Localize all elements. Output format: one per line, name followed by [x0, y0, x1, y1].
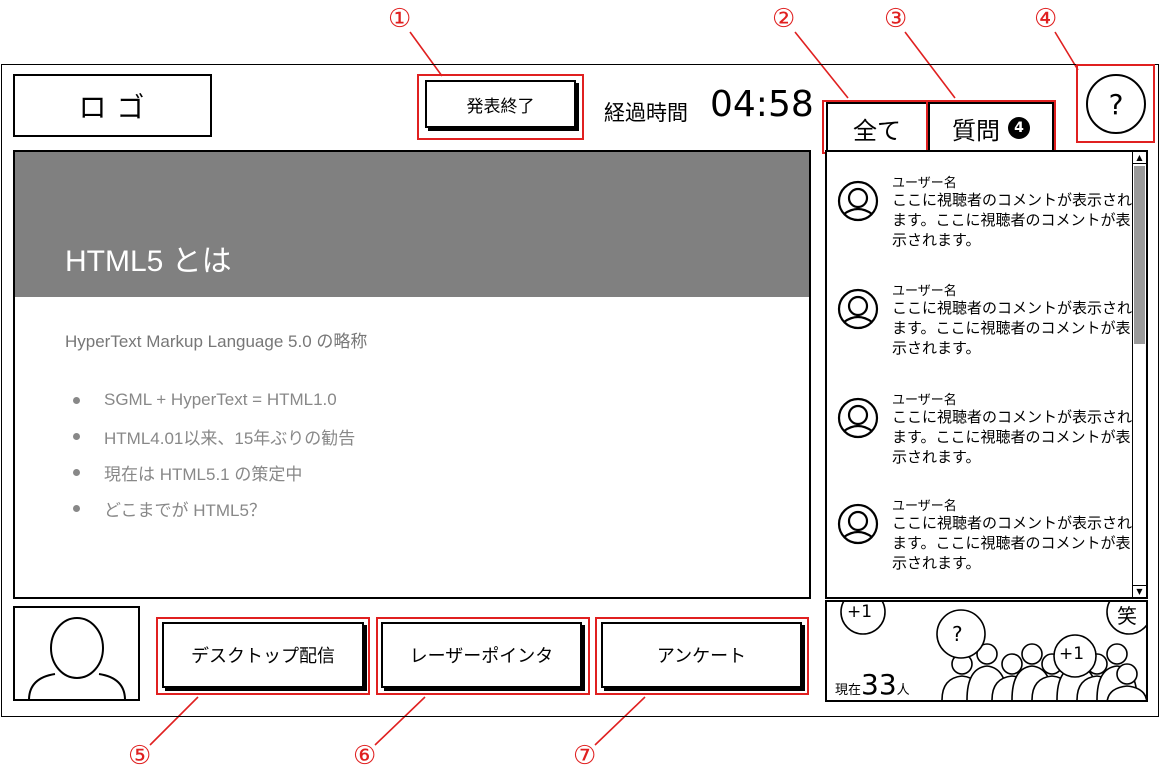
reaction-plus-one: +1 [847, 602, 873, 622]
audience-count: 現在33人 [835, 668, 910, 701]
audience-count-number: 33 [861, 668, 897, 701]
user-avatar-icon [837, 503, 879, 545]
comment-text: ここに視聴者のコメントが表示されます。ここに視聴者のコメントが表示されます。 [892, 191, 1133, 249]
slide-header: HTML5 とは [15, 152, 809, 297]
presenter-silhouette-icon [28, 617, 126, 699]
presenter-camera [13, 606, 140, 701]
comment-list[interactable]: ユーザー名 ここに視聴者のコメントが表示されます。ここに視聴者のコメントが表示さ… [825, 150, 1148, 599]
question-count-badge: 4 [1008, 117, 1030, 139]
comment-item: ユーザー名 ここに視聴者のコメントが表示されます。ここに視聴者のコメントが表示さ… [837, 389, 1132, 489]
survey-button[interactable]: アンケート [601, 622, 802, 688]
bullet-text: どこまでが HTML5？ [104, 500, 266, 520]
reaction-plus-one: +1 [1059, 644, 1085, 664]
logo: ロゴ [13, 74, 212, 137]
help-button[interactable]: ? [1086, 74, 1146, 134]
comment-item: ユーザー名 ここに視聴者のコメントが表示されます。ここに視聴者のコメントが表示さ… [837, 495, 1132, 595]
comment-username: ユーザー名 [892, 393, 957, 408]
user-avatar-icon [837, 397, 879, 439]
bullet-text: HTML4.01以来、15年ぶりの勧告 [104, 428, 356, 448]
comment-username: ユーザー名 [892, 176, 957, 191]
comment-text: ここに視聴者のコメントが表示されます。ここに視聴者のコメントが表示されます。 [892, 408, 1133, 466]
scroll-down-arrow-icon[interactable]: ▼ [1133, 585, 1146, 597]
audience-panel: +1 ? +1 笑 現在33人 [825, 600, 1148, 702]
reaction-laugh: 笑 [1117, 604, 1137, 628]
end-presentation-button[interactable]: 発表終了 [425, 80, 576, 128]
audience-count-label: 現在 [835, 683, 862, 698]
tab-questions-label: 質問 [952, 116, 1000, 145]
slide-subtitle: HyperText Markup Language 5.0 の略称 [65, 332, 368, 351]
slide-bullet: 現在は HTML5.1 の策定中 [73, 454, 355, 490]
laser-pointer-button[interactable]: レーザーポインタ [381, 622, 582, 688]
callout-7: ⑦ [573, 741, 597, 771]
slide-view: HTML5 とは HyperText Markup Language 5.0 の… [13, 150, 811, 599]
slide-bullets: SGML + HyperText = HTML1.0 HTML4.01以来、15… [73, 382, 355, 526]
comment-item: ユーザー名 ここに視聴者のコメントが表示されます。ここに視聴者のコメントが表示さ… [837, 280, 1132, 380]
comment-scrollbar[interactable]: ▲ ▼ [1132, 152, 1146, 597]
slide-bullet: HTML4.01以来、15年ぶりの勧告 [73, 418, 355, 454]
comment-item: ユーザー名 ここに視聴者のコメントが表示されます。ここに視聴者のコメントが表示さ… [837, 172, 1132, 272]
elapsed-label: 経過時間 [604, 101, 688, 125]
bullet-text: 現在は HTML5.1 の策定中 [104, 464, 303, 484]
user-avatar-icon [837, 288, 879, 330]
bullet-text: SGML + HyperText = HTML1.0 [104, 390, 337, 409]
slide-bullet: SGML + HyperText = HTML1.0 [73, 382, 355, 418]
callout-6: ⑥ [353, 741, 377, 771]
elapsed-time: 04:58 [710, 84, 814, 125]
bullet-dot [73, 504, 80, 512]
callout-1: ① [388, 4, 412, 34]
scroll-thumb[interactable] [1134, 166, 1145, 344]
callout-4: ④ [1034, 4, 1058, 34]
callout-5: ⑤ [128, 741, 152, 771]
slide-title: HTML5 とは [65, 245, 232, 278]
tab-questions[interactable]: 質問 4 [928, 102, 1054, 152]
bullet-dot [73, 396, 80, 404]
scroll-up-arrow-icon[interactable]: ▲ [1133, 152, 1146, 164]
callout-2: ② [772, 4, 796, 34]
audience-count-unit: 人 [896, 683, 910, 698]
comment-text: ここに視聴者のコメントが表示されます。ここに視聴者のコメントが表示されます。 [892, 299, 1133, 357]
bullet-dot [73, 468, 80, 476]
reaction-question: ? [952, 622, 963, 646]
callout-3: ③ [884, 4, 908, 34]
comment-username: ユーザー名 [892, 499, 957, 514]
comment-username: ユーザー名 [892, 284, 957, 299]
user-avatar-icon [837, 180, 879, 222]
tab-all-label: 全て [853, 116, 901, 145]
desktop-share-button[interactable]: デスクトップ配信 [162, 622, 364, 688]
bullet-dot [73, 432, 80, 440]
slide-bullet: どこまでが HTML5？ [73, 490, 355, 526]
comment-text: ここに視聴者のコメントが表示されます。ここに視聴者のコメントが表示されます。 [892, 514, 1133, 572]
tab-all[interactable]: 全て [826, 102, 928, 152]
